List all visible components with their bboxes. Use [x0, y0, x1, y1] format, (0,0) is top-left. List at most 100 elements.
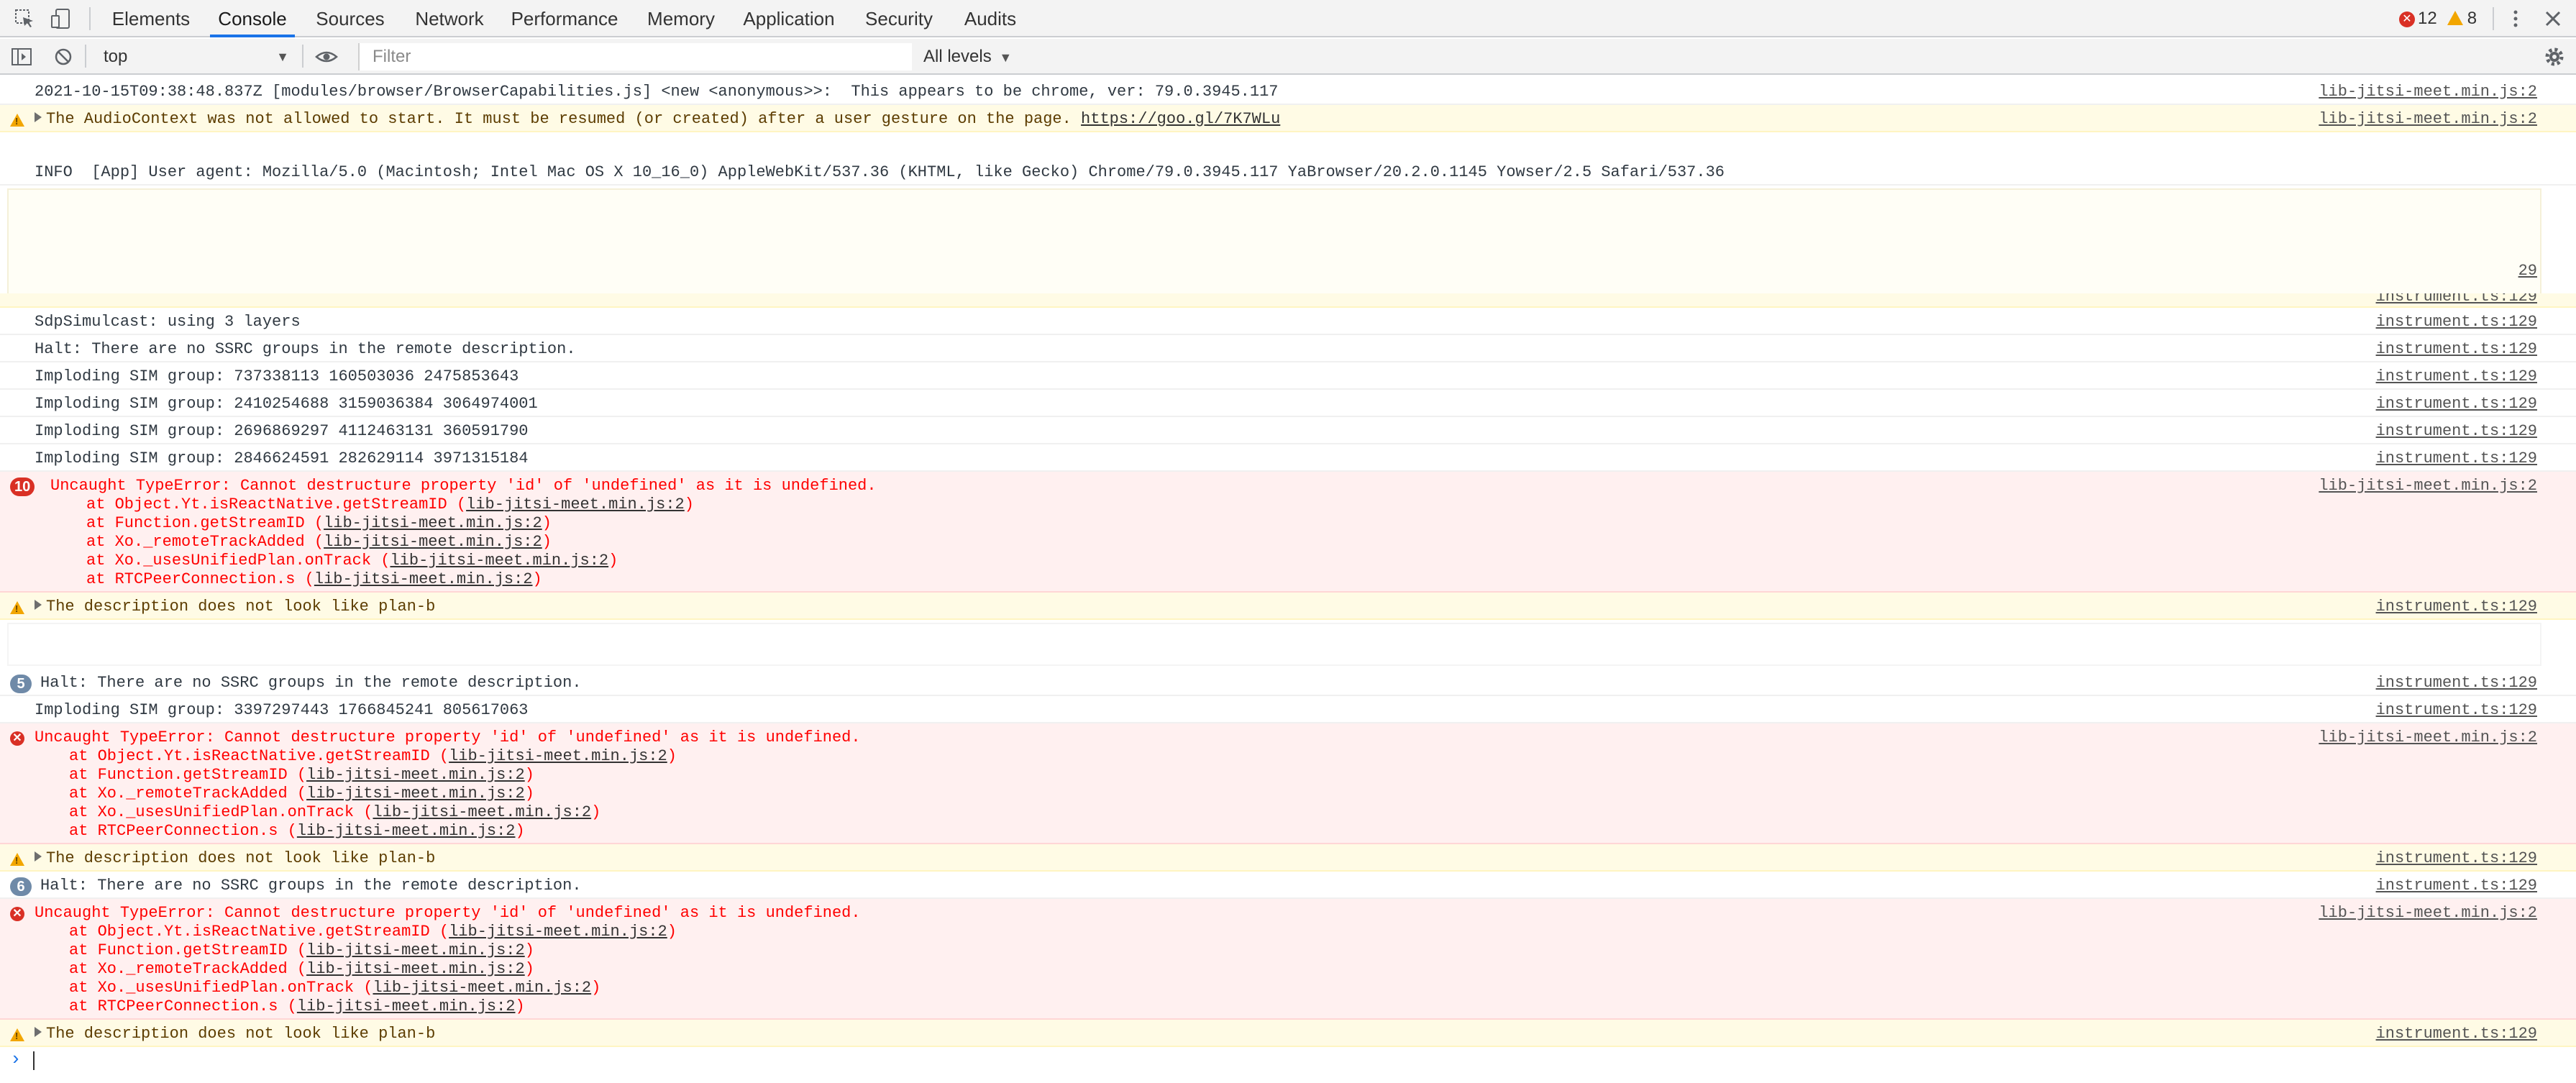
console-message: 5 Halt: There are no SSRC groups in the … [0, 669, 2576, 696]
stack-frame-link[interactable]: lib-jitsi-meet.min.js:2 [306, 960, 525, 978]
source-link[interactable]: instrument.ts:129 [2376, 449, 2537, 468]
stack-frame: at Function.getStreamID (lib-jitsi-meet.… [69, 766, 534, 784]
show-sidebar-icon[interactable] [10, 45, 33, 68]
stack-frame-link[interactable]: lib-jitsi-meet.min.js:2 [306, 785, 525, 803]
source-link[interactable]: instrument.ts:129 [2376, 340, 2537, 359]
tab-audits[interactable]: Audits [959, 0, 1021, 37]
source-link[interactable]: lib-jitsi-meet.min.js:2 [2319, 904, 2537, 923]
source-link[interactable]: instrument.ts:129 [2376, 313, 2537, 332]
console-warning: The description does not look like plan-… [0, 844, 2576, 872]
message-link[interactable]: https://goo.gl/7K7WLu [1081, 110, 1280, 128]
message-text: Uncaught TypeError: Cannot destructure p… [35, 728, 861, 746]
stack-frame: at RTCPeerConnection.s (lib-jitsi-meet.m… [69, 822, 525, 840]
stack-frame-link[interactable]: lib-jitsi-meet.min.js:2 [390, 552, 608, 570]
stack-frame-link[interactable]: lib-jitsi-meet.min.js:2 [297, 822, 516, 840]
console-message: Imploding SIM group: 2696869297 41124631… [0, 417, 2576, 444]
source-link[interactable]: lib-jitsi-meet.min.js:2 [2319, 83, 2537, 101]
stack-frame-link[interactable]: lib-jitsi-meet.min.js:2 [306, 766, 525, 784]
stack-frame-link[interactable]: lib-jitsi-meet.min.js:2 [449, 747, 667, 765]
source-link[interactable]: instrument.ts:129 [2376, 1025, 2537, 1043]
stack-frame: at Xo._remoteTrackAdded (lib-jitsi-meet.… [86, 533, 552, 551]
console-message: 6 Halt: There are no SSRC groups in the … [0, 872, 2576, 899]
context-selector[interactable]: top ▼ [93, 45, 295, 69]
stack-frame-link[interactable]: lib-jitsi-meet.min.js:2 [306, 941, 525, 959]
more-options-icon[interactable] [2504, 7, 2527, 30]
stack-frame: at Xo._usesUnifiedPlan.onTrack (lib-jits… [69, 979, 601, 997]
source-link[interactable]: 29 [2518, 262, 2537, 280]
stack-frame-link[interactable]: lib-jitsi-meet.min.js:2 [373, 979, 591, 997]
inspect-element-icon[interactable] [13, 7, 36, 30]
tab-performance[interactable]: Performance [511, 0, 618, 37]
console-messages: 2021-10-15T09:38:48.837Z [modules/browse… [0, 76, 2576, 1083]
stack-frame: at Xo._remoteTrackAdded (lib-jitsi-meet.… [69, 785, 534, 803]
source-link[interactable]: instrument.ts:129 [2376, 367, 2537, 386]
tab-application[interactable]: Application [742, 0, 836, 37]
stack-frame: at Function.getStreamID (lib-jitsi-meet.… [86, 514, 552, 532]
source-link[interactable]: instrument.ts:129 [2376, 701, 2537, 720]
message-text: Halt: There are no SSRC groups in the re… [40, 877, 582, 895]
source-link[interactable]: instrument.ts:129 [2376, 598, 2537, 616]
console-message: Imploding SIM group: 2846624591 28262911… [0, 444, 2576, 472]
tab-security[interactable]: Security [862, 0, 936, 37]
stack-frame: at RTCPeerConnection.s (lib-jitsi-meet.m… [69, 997, 525, 1015]
console-message: Imploding SIM group: 2410254688 31590363… [0, 390, 2576, 417]
console-message: Halt: There are no SSRC groups in the re… [0, 335, 2576, 362]
expand-triangle-icon[interactable] [35, 600, 42, 610]
clear-console-icon[interactable] [52, 45, 75, 68]
tab-memory[interactable]: Memory [641, 0, 721, 37]
source-link[interactable]: instrument.ts:129 [2376, 395, 2537, 413]
stack-frame-link[interactable]: lib-jitsi-meet.min.js:2 [297, 997, 516, 1015]
source-link[interactable]: instrument.ts:129 [2376, 849, 2537, 868]
console-message: Imploding SIM group: 737338113 160503036… [0, 362, 2576, 390]
error-icon: ✕ [10, 907, 24, 921]
source-link[interactable]: instrument.ts:129 [2376, 422, 2537, 441]
error-count-icon: ✕ [2399, 11, 2415, 27]
source-link[interactable]: lib-jitsi-meet.min.js:2 [2319, 728, 2537, 747]
stack-frame-link[interactable]: lib-jitsi-meet.min.js:2 [324, 533, 542, 551]
stack-frame-link[interactable]: lib-jitsi-meet.min.js:2 [314, 570, 533, 588]
warning-icon [10, 601, 24, 614]
stack-frame: at Xo._usesUnifiedPlan.onTrack (lib-jits… [69, 803, 601, 821]
stack-frame: at Object.Yt.isReactNative.getStreamID (… [69, 923, 677, 941]
live-expression-eye-icon[interactable] [315, 45, 338, 68]
warning-count: 8 [2467, 9, 2477, 28]
console-error: ✕ Uncaught TypeError: Cannot destructure… [0, 899, 2576, 1020]
message-text: Imploding SIM group: 2846624591 28262911… [35, 449, 529, 467]
stack-frame-link[interactable]: lib-jitsi-meet.min.js:2 [449, 923, 667, 941]
source-link[interactable]: instrument.ts:129 [2376, 877, 2537, 895]
tab-console[interactable]: Console [210, 0, 295, 37]
source-link[interactable]: instrument.ts:129 [2376, 293, 2537, 306]
tab-elements[interactable]: Elements [108, 0, 194, 37]
tab-sources[interactable]: Sources [311, 0, 390, 37]
filter-input[interactable] [358, 43, 912, 70]
console-warning: The AudioContext was not allowed to star… [0, 105, 2576, 132]
stack-frame-link[interactable]: lib-jitsi-meet.min.js:2 [466, 495, 685, 513]
stack-frame: at Function.getStreamID (lib-jitsi-meet.… [69, 941, 534, 959]
log-levels-dropdown[interactable]: All levels ▼ [923, 45, 1012, 69]
stack-frame-link[interactable]: lib-jitsi-meet.min.js:2 [373, 803, 591, 821]
source-link[interactable]: lib-jitsi-meet.min.js:2 [2319, 477, 2537, 495]
error-count: 12 [2418, 9, 2437, 28]
source-link[interactable]: instrument.ts:129 [2376, 674, 2537, 693]
expand-triangle-icon[interactable] [35, 1027, 42, 1037]
stack-frame-link[interactable]: lib-jitsi-meet.min.js:2 [324, 514, 542, 532]
expand-triangle-icon[interactable] [35, 851, 42, 862]
expand-triangle-icon[interactable] [35, 112, 42, 122]
tab-network[interactable]: Network [410, 0, 489, 37]
console-input-caret[interactable] [33, 1051, 35, 1070]
blank-overlay [7, 623, 2541, 666]
dropdown-arrow-icon: ▼ [276, 50, 289, 64]
log-levels-value: All levels [923, 47, 992, 66]
device-toolbar-icon[interactable] [49, 7, 72, 30]
close-icon[interactable] [2541, 7, 2564, 30]
console-settings-gear-icon[interactable] [2543, 45, 2566, 68]
tabbar-separator [2493, 7, 2494, 30]
toolbar-separator [302, 45, 303, 68]
message-text: SdpSimulcast: using 3 layers [35, 313, 301, 331]
message-text: Uncaught TypeError: Cannot destructure p… [50, 477, 877, 495]
console-prompt-icon: › [10, 1048, 22, 1070]
context-value: top [104, 47, 128, 66]
message-text: 2021-10-15T09:38:48.837Z [modules/browse… [35, 83, 1279, 101]
issue-counts[interactable]: ✕ 12 8 [2399, 0, 2477, 37]
source-link[interactable]: lib-jitsi-meet.min.js:2 [2319, 110, 2537, 129]
